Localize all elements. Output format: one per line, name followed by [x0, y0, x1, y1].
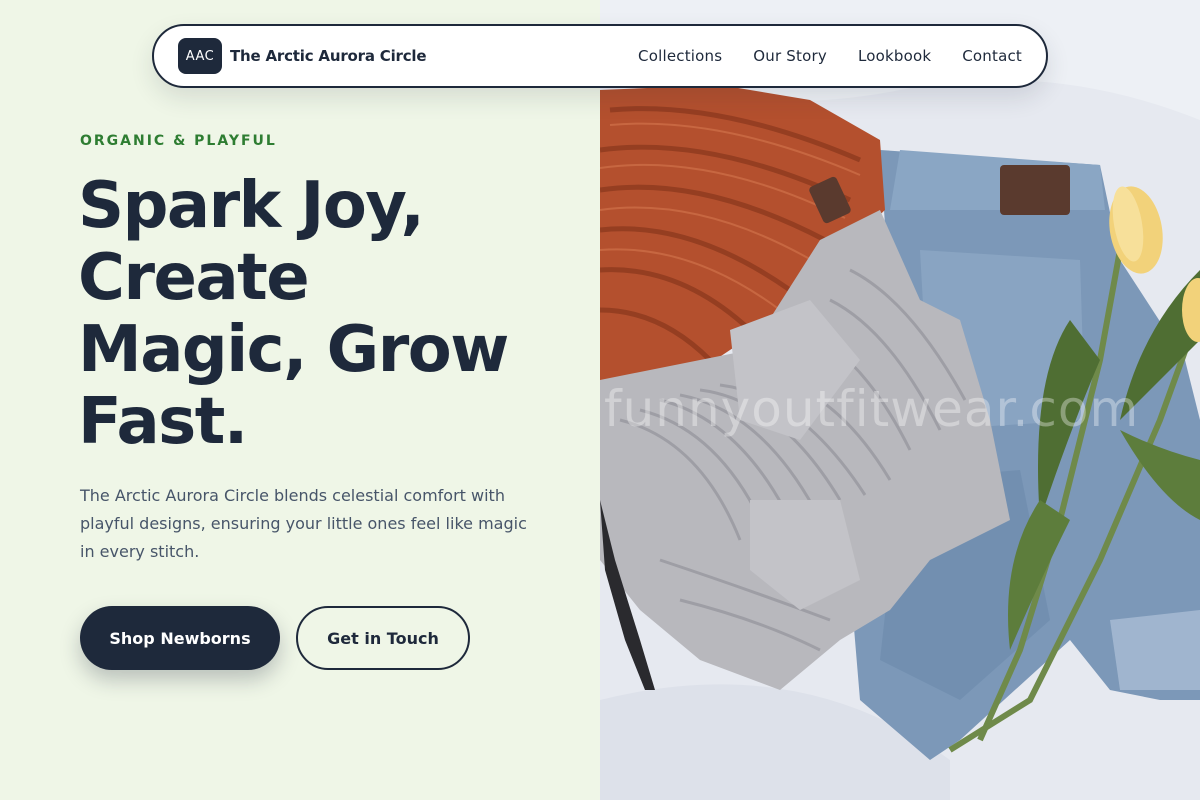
hero-headline: Spark Joy, Create Magic, Grow Fast. — [78, 170, 558, 458]
brand-name[interactable]: The Arctic Aurora Circle — [230, 47, 427, 65]
hero-description: The Arctic Aurora Circle blends celestia… — [80, 486, 527, 561]
headline-line-2: Create — [78, 241, 310, 315]
nav-links: Collections Our Story Lookbook Contact — [638, 47, 1022, 65]
headline-line-3: Magic, Grow — [78, 313, 509, 387]
hero-photo: funnyoutfitwear.com — [600, 0, 1200, 800]
nav-link-contact[interactable]: Contact — [962, 47, 1022, 65]
nav-link-our-story[interactable]: Our Story — [753, 47, 827, 65]
headline-line-4: Fast. — [78, 385, 248, 459]
shop-newborns-button[interactable]: Shop Newborns — [80, 606, 280, 670]
top-navbar: AAC The Arctic Aurora Circle Collections… — [152, 24, 1048, 88]
hero-eyebrow: ORGANIC & PLAYFUL — [80, 133, 277, 149]
image-watermark: funnyoutfitwear.com — [604, 380, 1140, 438]
nav-link-collections[interactable]: Collections — [638, 47, 722, 65]
get-in-touch-button[interactable]: Get in Touch — [296, 606, 470, 670]
nav-link-lookbook[interactable]: Lookbook — [858, 47, 931, 65]
headline-line-1: Spark Joy, — [78, 169, 425, 243]
logo-badge[interactable]: AAC — [178, 38, 222, 74]
